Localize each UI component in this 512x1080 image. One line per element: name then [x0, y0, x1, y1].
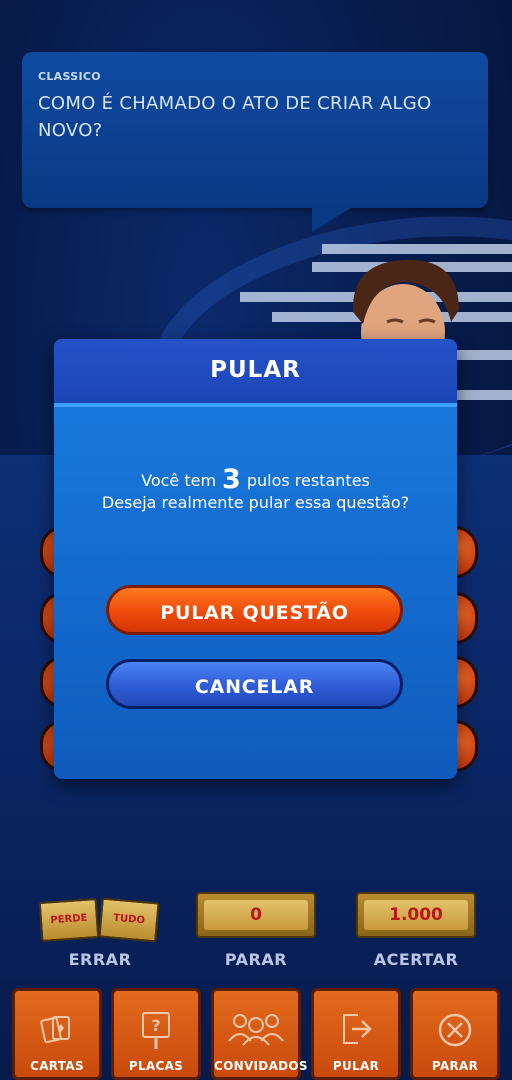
skips-remaining-count: 3 — [222, 464, 241, 495]
lose-word-2: TUDO — [112, 912, 146, 927]
signs-button[interactable]: ? PLACAS — [111, 988, 201, 1080]
dialog-message: Você tem 3 pulos restantes Deseja realment… — [74, 466, 437, 514]
question-text: COMO É CHAMADO O ATO DE CRIAR ALGO NOVO? — [38, 93, 432, 141]
question-sign-icon: ? — [142, 1012, 170, 1049]
guests-label: CONVIDADOS — [214, 1059, 308, 1073]
question-bubble: CLASSICO COMO É CHAMADO O ATO DE CRIAR A… — [22, 52, 488, 232]
lose-all-card-left: PERDE — [38, 898, 100, 942]
stop-button[interactable]: PARAR — [410, 988, 500, 1080]
correct-prize-card: 1.000 — [356, 892, 476, 938]
lose-all-card-right: TUDO — [98, 897, 160, 943]
stop-icon — [438, 1013, 472, 1047]
question-category: CLASSICO — [38, 70, 101, 83]
stop-label: PARAR — [224, 950, 288, 969]
cards-icon — [40, 1016, 70, 1044]
prize-row: PERDE TUDO ERRAR 0 PARAR 1.000 ACERTAR — [0, 884, 512, 974]
wrong-label: ERRAR — [68, 950, 132, 969]
bottom-toolbar: CARTAS ? PLACAS CONVIDADOS PULAR PARAR — [0, 986, 512, 1080]
dialog-title: PULAR — [210, 357, 301, 383]
cards-label: CARTAS — [30, 1059, 84, 1073]
lose-word-1: PERDE — [50, 912, 88, 927]
guests-icon — [228, 1014, 284, 1046]
skip-dialog: PULAR Você tem 3 pulos restantes Deseja re… — [54, 339, 457, 779]
signs-label: PLACAS — [128, 1059, 184, 1073]
cards-button[interactable]: CARTAS — [12, 988, 102, 1080]
stop-prize-value: 0 — [204, 900, 308, 930]
guests-button[interactable]: CONVIDADOS — [211, 988, 308, 1080]
message-suffix: pulos restantes — [246, 471, 370, 490]
svg-text:?: ? — [151, 1016, 160, 1035]
message-line2: Deseja realmente pular essa questão? — [101, 493, 410, 512]
skip-icon — [343, 1014, 372, 1044]
cancel-button[interactable]: CANCELAR — [106, 659, 403, 709]
correct-prize-value: 1.000 — [364, 900, 468, 930]
skip-question-button[interactable]: PULAR QUESTÃO — [106, 585, 403, 635]
bubble-tail — [312, 206, 354, 232]
correct-label: ACERTAR — [373, 950, 459, 969]
dialog-header: PULAR — [54, 339, 457, 407]
stop-prize-card: 0 — [196, 892, 316, 938]
message-prefix: Você tem — [141, 471, 217, 490]
skip-label: PULAR — [332, 1059, 380, 1073]
skip-button[interactable]: PULAR — [311, 988, 401, 1080]
stop-label-tool: PARAR — [431, 1059, 479, 1073]
